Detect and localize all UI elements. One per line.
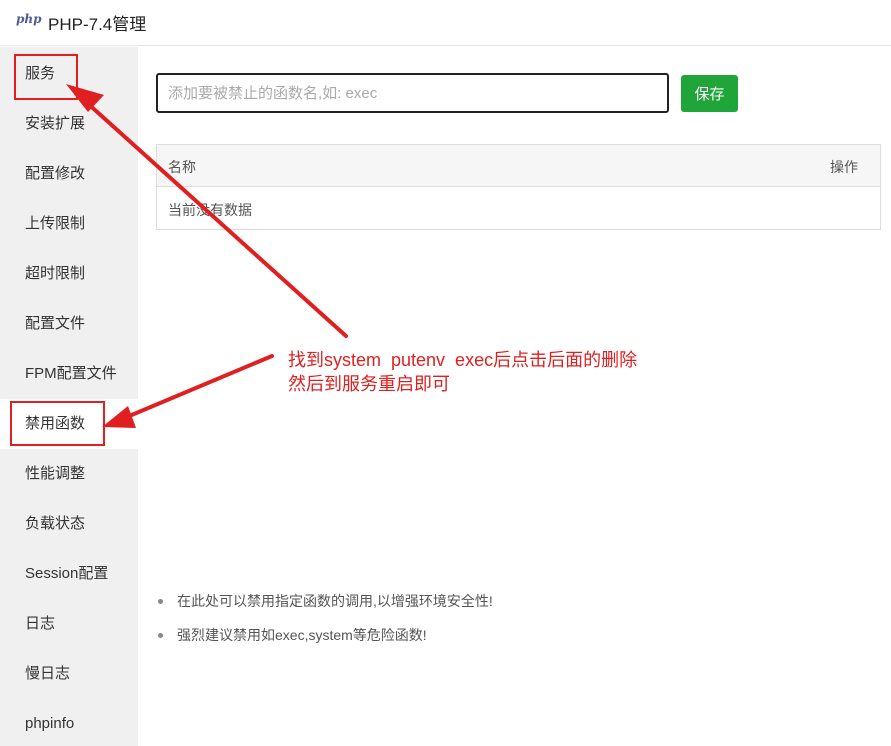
tip-item: 在此处可以禁用指定函数的调用,以增强环境安全性!	[156, 590, 493, 624]
sidebar-item-slow-log[interactable]: 慢日志	[0, 649, 138, 699]
php-logo-icon: php	[16, 12, 42, 26]
save-button[interactable]: 保存	[681, 75, 738, 112]
sidebar-item-phpinfo[interactable]: phpinfo	[0, 699, 138, 746]
tip-item: 强烈建议禁用如exec,system等危险函数!	[156, 624, 493, 658]
sidebar-item-config-file[interactable]: 配置文件	[0, 299, 138, 349]
sidebar-item-fpm-config-file[interactable]: FPM配置文件	[0, 349, 138, 399]
sidebar-item-load-status[interactable]: 负载状态	[0, 499, 138, 549]
annotation-line-1: 找到system putenv exec后点击后面的删除	[288, 350, 638, 370]
disabled-functions-table: 名称 操作 当前没有数据	[156, 144, 881, 230]
annotation-line-2: 然后到服务重启即可	[288, 374, 450, 394]
sidebar-item-upload-limit[interactable]: 上传限制	[0, 199, 138, 249]
sidebar-item-config-edit[interactable]: 配置修改	[0, 149, 138, 199]
sidebar-item-install-extension[interactable]: 安装扩展	[0, 99, 138, 149]
column-header-name: 名称	[168, 159, 196, 175]
sidebar-item-log[interactable]: 日志	[0, 599, 138, 649]
sidebar-item-timeout-limit[interactable]: 超时限制	[0, 249, 138, 299]
highlight-box-disabled-functions	[10, 401, 105, 446]
table-empty-text: 当前没有数据	[168, 202, 252, 218]
highlight-box-service	[14, 54, 78, 100]
column-header-action: 操作	[830, 159, 858, 175]
tips-list: 在此处可以禁用指定函数的调用,以增强环境安全性! 强烈建议禁用如exec,sys…	[156, 590, 493, 658]
sidebar-item-performance[interactable]: 性能调整	[0, 449, 138, 499]
window-title: PHP-7.4管理	[48, 15, 147, 34]
function-name-input[interactable]	[156, 73, 669, 113]
window-titlebar: php PHP-7.4管理	[0, 0, 891, 46]
sidebar: 服务 安装扩展 配置修改 上传限制 超时限制 配置文件 FPM配置文件 禁用函数…	[0, 47, 138, 746]
sidebar-item-session-config[interactable]: Session配置	[0, 549, 138, 599]
table-header: 名称 操作	[157, 145, 880, 187]
annotation-note: 找到system putenv exec后点击后面的删除 然后到服务重启即可	[288, 348, 637, 396]
